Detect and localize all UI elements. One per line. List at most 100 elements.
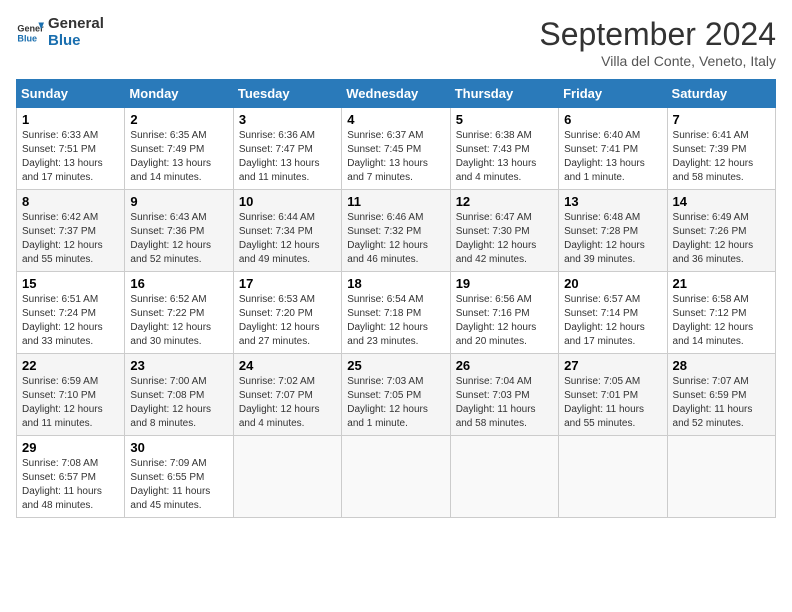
day-number: 24 [239,358,336,373]
day-info: Sunrise: 6:51 AM Sunset: 7:24 PM Dayligh… [22,293,119,349]
day-info: Sunrise: 6:42 AM Sunset: 7:37 PM Dayligh… [22,211,119,267]
day-info: Sunrise: 6:44 AM Sunset: 7:34 PM Dayligh… [239,211,336,267]
day-cell: 15Sunrise: 6:51 AM Sunset: 7:24 PM Dayli… [17,272,125,354]
day-number: 2 [130,112,227,127]
day-cell: 2 Sunrise: 6:35 AM Sunset: 7:49 PM Daylig… [125,108,233,190]
month-title: September 2024 [539,16,776,53]
day-number: 28 [673,358,770,373]
day-info: Sunrise: 6:58 AM Sunset: 7:12 PM Dayligh… [673,293,770,349]
day-info: Sunrise: 6:38 AM Sunset: 7:43 PM Dayligh… [456,129,553,185]
day-cell: 13Sunrise: 6:48 AM Sunset: 7:28 PM Dayli… [559,190,667,272]
day-number: 30 [130,440,227,455]
day-info: Sunrise: 6:59 AM Sunset: 7:10 PM Dayligh… [22,375,119,431]
day-cell: 23 Sunrise: 7:00 AM Sunset: 7:08 PM Dayli… [125,354,233,436]
day-cell [342,436,450,518]
day-number: 4 [347,112,444,127]
svg-text:Blue: Blue [17,33,37,43]
week-row-5: 29Sunrise: 7:08 AM Sunset: 6:57 PM Dayli… [17,436,776,518]
day-number: 16 [130,276,227,291]
logo: General Blue General Blue [16,16,104,49]
day-number: 6 [564,112,661,127]
calendar-header-row: SundayMondayTuesdayWednesdayThursdayFrid… [17,80,776,108]
day-cell: 19 Sunrise: 6:56 AM Sunset: 7:16 PM Dayli… [450,272,558,354]
col-header-tuesday: Tuesday [233,80,341,108]
day-cell: 9 Sunrise: 6:43 AM Sunset: 7:36 PM Daylig… [125,190,233,272]
col-header-thursday: Thursday [450,80,558,108]
logo-icon: General Blue [16,19,44,47]
day-info: Sunrise: 6:41 AM Sunset: 7:39 PM Dayligh… [673,129,770,185]
day-info: Sunrise: 6:52 AM Sunset: 7:22 PM Dayligh… [130,293,227,349]
day-number: 1 [22,112,119,127]
day-info: Sunrise: 6:57 AM Sunset: 7:14 PM Dayligh… [564,293,661,349]
day-number: 21 [673,276,770,291]
day-cell: 24 Sunrise: 7:02 AM Sunset: 7:07 PM Dayli… [233,354,341,436]
day-cell: 22Sunrise: 6:59 AM Sunset: 7:10 PM Dayli… [17,354,125,436]
day-cell: 28 Sunrise: 7:07 AM Sunset: 6:59 PM Dayli… [667,354,775,436]
day-info: Sunrise: 6:37 AM Sunset: 7:45 PM Dayligh… [347,129,444,185]
day-cell: 14Sunrise: 6:49 AM Sunset: 7:26 PM Dayli… [667,190,775,272]
day-number: 27 [564,358,661,373]
title-block: September 2024 Villa del Conte, Veneto, … [539,16,776,69]
day-number: 11 [347,194,444,209]
day-info: Sunrise: 6:36 AM Sunset: 7:47 PM Dayligh… [239,129,336,185]
col-header-sunday: Sunday [17,80,125,108]
col-header-wednesday: Wednesday [342,80,450,108]
day-cell: 6 Sunrise: 6:40 AM Sunset: 7:41 PM Daylig… [559,108,667,190]
week-row-4: 22Sunrise: 6:59 AM Sunset: 7:10 PM Dayli… [17,354,776,436]
day-info: Sunrise: 7:09 AM Sunset: 6:55 PM Dayligh… [130,457,227,513]
day-number: 29 [22,440,119,455]
day-cell: 7 Sunrise: 6:41 AM Sunset: 7:39 PM Daylig… [667,108,775,190]
col-header-saturday: Saturday [667,80,775,108]
day-cell: 8Sunrise: 6:42 AM Sunset: 7:37 PM Daylig… [17,190,125,272]
location-subtitle: Villa del Conte, Veneto, Italy [539,53,776,69]
day-cell: 21 Sunrise: 6:58 AM Sunset: 7:12 PM Dayli… [667,272,775,354]
day-number: 19 [456,276,553,291]
day-info: Sunrise: 7:07 AM Sunset: 6:59 PM Dayligh… [673,375,770,431]
day-info: Sunrise: 6:35 AM Sunset: 7:49 PM Dayligh… [130,129,227,185]
day-info: Sunrise: 6:54 AM Sunset: 7:18 PM Dayligh… [347,293,444,349]
day-cell [233,436,341,518]
day-number: 13 [564,194,661,209]
day-cell [559,436,667,518]
day-info: Sunrise: 6:46 AM Sunset: 7:32 PM Dayligh… [347,211,444,267]
day-cell: 29Sunrise: 7:08 AM Sunset: 6:57 PM Dayli… [17,436,125,518]
week-row-3: 15Sunrise: 6:51 AM Sunset: 7:24 PM Dayli… [17,272,776,354]
day-info: Sunrise: 6:43 AM Sunset: 7:36 PM Dayligh… [130,211,227,267]
day-info: Sunrise: 7:00 AM Sunset: 7:08 PM Dayligh… [130,375,227,431]
day-info: Sunrise: 6:53 AM Sunset: 7:20 PM Dayligh… [239,293,336,349]
day-cell: 3 Sunrise: 6:36 AM Sunset: 7:47 PM Daylig… [233,108,341,190]
day-info: Sunrise: 7:02 AM Sunset: 7:07 PM Dayligh… [239,375,336,431]
day-cell: 30 Sunrise: 7:09 AM Sunset: 6:55 PM Dayli… [125,436,233,518]
day-cell: 18 Sunrise: 6:54 AM Sunset: 7:18 PM Dayli… [342,272,450,354]
day-number: 26 [456,358,553,373]
day-cell: 12Sunrise: 6:47 AM Sunset: 7:30 PM Dayli… [450,190,558,272]
day-cell: 10 Sunrise: 6:44 AM Sunset: 7:34 PM Dayli… [233,190,341,272]
day-cell: 16 Sunrise: 6:52 AM Sunset: 7:22 PM Dayli… [125,272,233,354]
day-number: 9 [130,194,227,209]
day-cell: 26Sunrise: 7:04 AM Sunset: 7:03 PM Dayli… [450,354,558,436]
day-number: 3 [239,112,336,127]
day-info: Sunrise: 6:40 AM Sunset: 7:41 PM Dayligh… [564,129,661,185]
day-info: Sunrise: 7:03 AM Sunset: 7:05 PM Dayligh… [347,375,444,431]
day-number: 18 [347,276,444,291]
col-header-monday: Monday [125,80,233,108]
day-info: Sunrise: 6:49 AM Sunset: 7:26 PM Dayligh… [673,211,770,267]
day-cell: 17 Sunrise: 6:53 AM Sunset: 7:20 PM Dayli… [233,272,341,354]
day-number: 23 [130,358,227,373]
day-number: 17 [239,276,336,291]
day-number: 5 [456,112,553,127]
week-row-2: 8Sunrise: 6:42 AM Sunset: 7:37 PM Daylig… [17,190,776,272]
day-number: 20 [564,276,661,291]
day-info: Sunrise: 6:47 AM Sunset: 7:30 PM Dayligh… [456,211,553,267]
day-cell [450,436,558,518]
header: General Blue General Blue September 2024… [16,16,776,69]
day-cell: 11 Sunrise: 6:46 AM Sunset: 7:32 PM Dayli… [342,190,450,272]
day-number: 25 [347,358,444,373]
day-number: 7 [673,112,770,127]
day-info: Sunrise: 6:56 AM Sunset: 7:16 PM Dayligh… [456,293,553,349]
day-cell [667,436,775,518]
day-number: 10 [239,194,336,209]
day-cell: 5 Sunrise: 6:38 AM Sunset: 7:43 PM Daylig… [450,108,558,190]
col-header-friday: Friday [559,80,667,108]
day-info: Sunrise: 7:05 AM Sunset: 7:01 PM Dayligh… [564,375,661,431]
